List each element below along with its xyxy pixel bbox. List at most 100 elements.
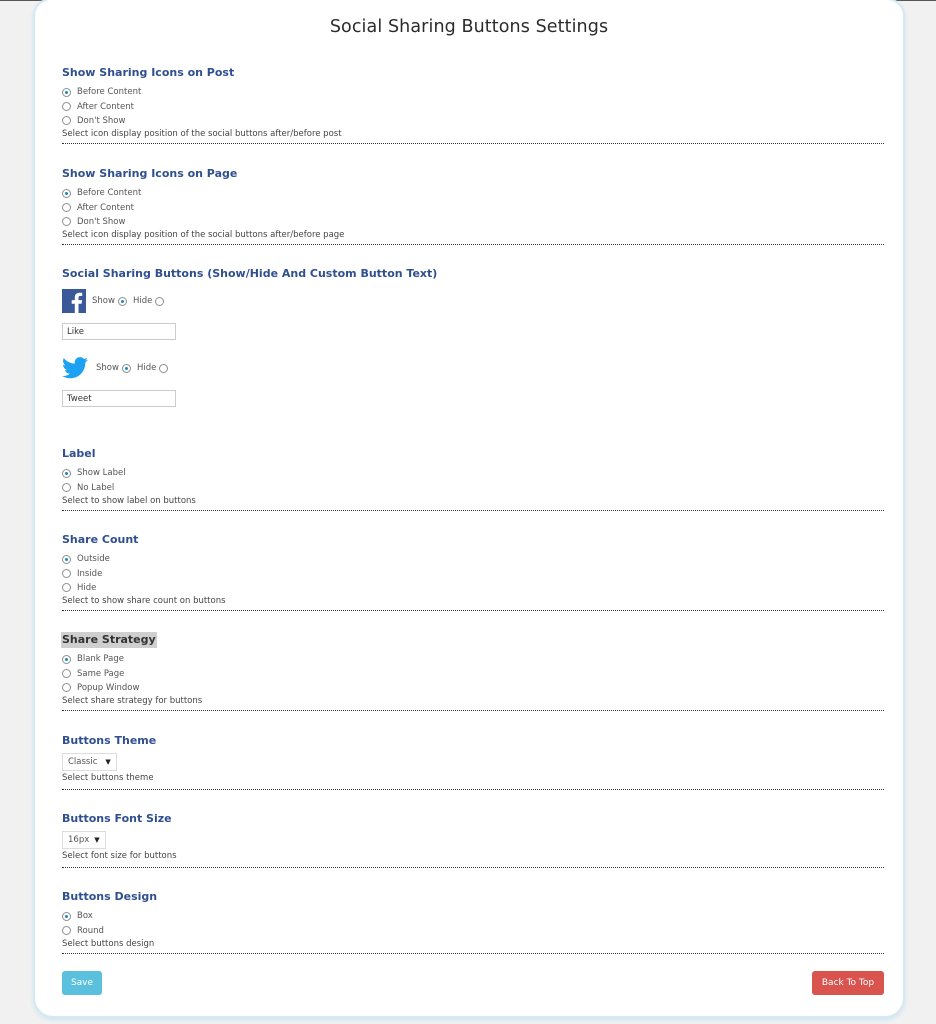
section-description: Select buttons theme — [62, 773, 154, 783]
radio-label: Blank Page — [77, 654, 124, 665]
radio-button[interactable] — [62, 87, 71, 97]
radio-button[interactable] — [62, 911, 71, 921]
section-share-strategy: Share Strategy Blank Page Same Page Popu… — [61, 628, 884, 712]
radio-label: Box — [77, 911, 93, 922]
radio-button[interactable] — [62, 203, 71, 213]
facebook-show-radio[interactable] — [117, 296, 127, 306]
radio-option[interactable]: Don't Show — [62, 114, 884, 128]
section-heading: Show Sharing Icons on Post — [62, 66, 235, 79]
radio-group-buttons-design: Box Round — [62, 909, 884, 938]
facebook-show-option[interactable]: Show — [92, 296, 127, 306]
section-heading: Label — [62, 447, 96, 460]
radio-button[interactable] — [62, 217, 71, 227]
radio-group-share-strategy: Blank Page Same Page Popup Window — [62, 652, 884, 695]
radio-button[interactable] — [62, 654, 71, 664]
radio-option[interactable]: Hide — [62, 581, 884, 595]
section-social-buttons: Social Sharing Buttons (Show/Hide And Cu… — [62, 262, 884, 407]
radio-label: Before Content — [77, 188, 142, 199]
section-heading: Social Sharing Buttons (Show/Hide And Cu… — [62, 267, 438, 280]
hide-label: Hide — [132, 296, 153, 306]
divider — [62, 509, 884, 511]
radio-option[interactable]: No Label — [62, 480, 884, 494]
radio-option[interactable]: Don't Show — [62, 215, 884, 229]
radio-label: Round — [77, 925, 104, 936]
radio-button[interactable] — [62, 669, 71, 679]
section-share-count: Share Count Outside Inside Hide Select t… — [62, 528, 884, 612]
settings-card: Social Sharing Buttons Settings Show Sha… — [35, 0, 903, 1016]
save-button[interactable]: Save — [62, 971, 102, 995]
radio-button[interactable] — [62, 569, 71, 579]
radio-option[interactable]: Before Content — [62, 186, 884, 200]
page-title: Social Sharing Buttons Settings — [329, 17, 609, 37]
radio-option[interactable]: Popup Window — [62, 681, 884, 695]
radio-label: Don't Show — [77, 216, 126, 227]
radio-button[interactable] — [62, 926, 71, 936]
radio-button[interactable] — [62, 483, 71, 493]
facebook-hide-radio[interactable] — [155, 296, 165, 306]
radio-button[interactable] — [62, 116, 71, 126]
show-label: Show — [96, 363, 119, 373]
section-description: Select icon display position of the soci… — [62, 230, 345, 241]
dropdown-caret-icon: ▼ — [94, 836, 100, 844]
buttons-theme-select[interactable]: Classic ▼ — [62, 753, 117, 771]
show-label: Show — [92, 296, 115, 306]
radio-option[interactable]: After Content — [62, 200, 884, 214]
radio-option[interactable]: Round — [62, 923, 884, 937]
radio-button[interactable] — [62, 188, 71, 198]
radio-button[interactable] — [62, 102, 71, 112]
font-size-select[interactable]: 16px ▼ — [62, 831, 106, 849]
radio-group-share-count: Outside Inside Hide — [62, 552, 884, 595]
radio-button[interactable] — [62, 468, 71, 478]
section-buttons-theme: Buttons Theme Classic ▼ Select buttons th… — [62, 729, 884, 790]
radio-label: After Content — [77, 101, 134, 112]
divider — [62, 867, 884, 868]
twitter-button-text-input[interactable] — [62, 390, 176, 407]
radio-label: Hide — [77, 582, 97, 593]
facebook-button-text-input[interactable] — [62, 323, 176, 340]
radio-label: Same Page — [77, 668, 125, 679]
radio-button[interactable] — [62, 683, 71, 693]
section-description: Select icon display position of the soci… — [62, 129, 342, 140]
radio-option[interactable]: Show Label — [62, 466, 884, 480]
radio-group-page: Before Content After Content Don't Show — [62, 186, 884, 229]
facebook-hide-option[interactable]: Hide — [132, 296, 165, 306]
section-heading: Share Strategy — [61, 632, 157, 648]
radio-label: Inside — [77, 568, 103, 579]
radio-group-label: Show Label No Label — [62, 466, 884, 495]
facebook-row: Show Hide — [62, 286, 884, 316]
twitter-row: Show Hide — [62, 353, 884, 383]
section-font-size: Buttons Font Size 16px ▼ Select font size… — [62, 807, 884, 868]
select-value: Classic — [68, 757, 98, 767]
section-description: Select share strategy for buttons — [62, 696, 203, 707]
section-heading: Show Sharing Icons on Page — [62, 167, 238, 180]
radio-option[interactable]: Inside — [62, 566, 884, 580]
radio-button[interactable] — [62, 554, 71, 564]
radio-option[interactable]: Before Content — [62, 85, 884, 99]
section-description: Select buttons design — [62, 938, 155, 949]
twitter-hide-option[interactable]: Hide — [137, 363, 169, 373]
divider — [62, 244, 884, 246]
divider — [62, 952, 884, 954]
radio-option[interactable]: Same Page — [62, 666, 884, 680]
section-buttons-design: Buttons Design Box Round Select buttons … — [62, 885, 884, 954]
radio-label: Show Label — [77, 468, 126, 479]
radio-label: Don't Show — [77, 115, 126, 126]
radio-option[interactable]: After Content — [62, 99, 884, 113]
radio-label: Before Content — [77, 87, 142, 98]
twitter-show-radio[interactable] — [121, 363, 131, 373]
select-value: 16px — [68, 835, 90, 845]
twitter-show-option[interactable]: Show — [96, 363, 131, 373]
section-label: Label Show Label No Label Select to show… — [62, 442, 884, 511]
radio-option[interactable]: Box — [62, 909, 884, 923]
radio-label: Popup Window — [77, 682, 140, 693]
back-to-top-button[interactable]: Back To Top — [812, 971, 884, 995]
radio-option[interactable]: Outside — [62, 552, 884, 566]
radio-option[interactable]: Blank Page — [62, 652, 884, 666]
divider — [62, 789, 884, 790]
radio-label: No Label — [77, 482, 115, 493]
section-heading: Buttons Theme — [62, 734, 157, 747]
radio-group-post: Before Content After Content Don't Show — [62, 85, 884, 128]
divider — [62, 143, 884, 145]
radio-button[interactable] — [62, 583, 71, 593]
twitter-hide-radio[interactable] — [159, 363, 169, 373]
